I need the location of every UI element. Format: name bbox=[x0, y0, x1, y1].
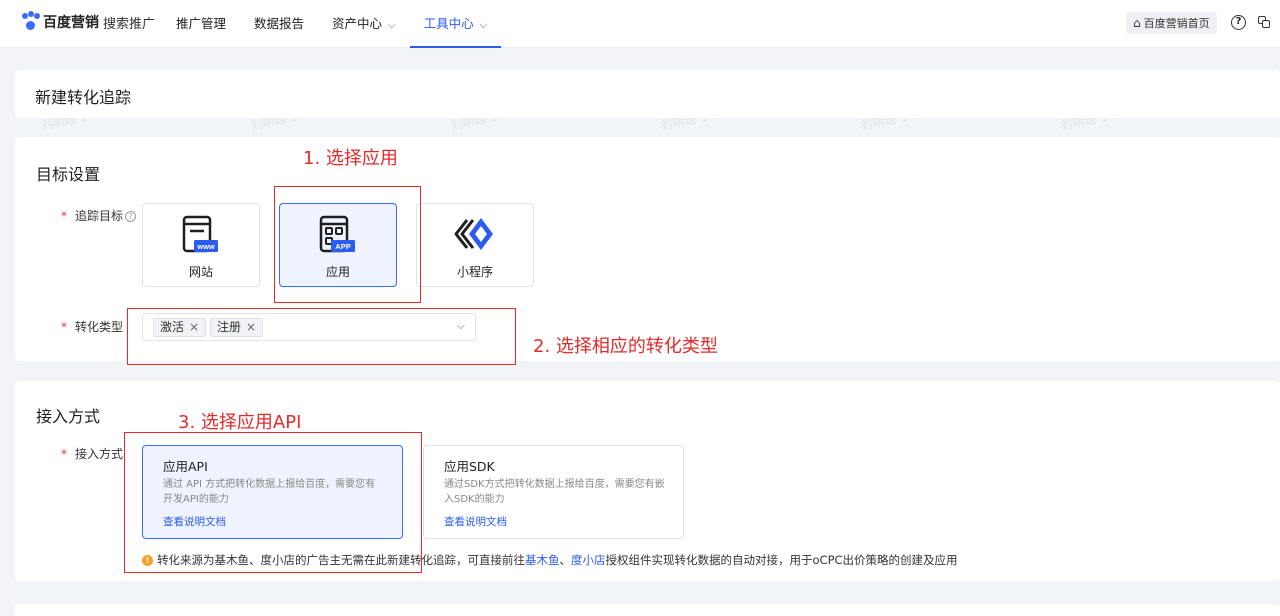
track-target-label: * 追踪目标? bbox=[61, 207, 137, 224]
annotation-box-conversion bbox=[127, 308, 516, 365]
question-icon[interactable]: ? bbox=[125, 211, 137, 222]
website-icon: www bbox=[182, 215, 218, 253]
nav-item-tools[interactable]: 工具中心 ⌵ bbox=[409, 0, 502, 48]
section-title-access: 接入方式 bbox=[36, 407, 101, 426]
chevron-down-icon: ⌵ bbox=[479, 20, 488, 31]
method-doc-link-sdk[interactable]: 查看说明文档 bbox=[444, 514, 507, 529]
brand[interactable]: 百度营销 搜索推广 bbox=[22, 11, 156, 32]
target-option-website[interactable]: www 网站 bbox=[142, 203, 260, 287]
annotation-step-2: 2. 选择相应的转化类型 bbox=[533, 336, 718, 357]
link-duxiaodian[interactable]: 度小店 bbox=[571, 552, 606, 568]
top-navbar: 百度营销 搜索推广 推广管理 数据报告 资产中心 ⌵ 工具中心 ⌵ ⌂ 百度营销首页… bbox=[0, 0, 1280, 48]
copy-icon[interactable] bbox=[1258, 16, 1270, 28]
access-method-label: * 接入方式 bbox=[61, 447, 124, 461]
nav-item-campaign[interactable]: 推广管理 bbox=[162, 0, 240, 48]
target-option-mini-program[interactable]: 小程序 bbox=[416, 203, 534, 287]
link-jimuyu[interactable]: 基木鱼 bbox=[525, 552, 560, 568]
brand-subtitle: 搜索推广 bbox=[103, 16, 156, 32]
help-icon[interactable]: ? bbox=[1231, 15, 1246, 30]
brand-name: 百度营销 bbox=[43, 15, 99, 31]
annotation-box-api bbox=[124, 432, 422, 573]
chevron-down-icon: ⌵ bbox=[388, 20, 396, 31]
mini-program-icon bbox=[454, 218, 493, 250]
page-title: 新建转化追踪 bbox=[35, 88, 132, 107]
annotation-box-app bbox=[274, 186, 421, 303]
method-desc-sdk: 通过SDK方式把转化数据上报给百度，需要您有嵌入SDK的能力 bbox=[444, 479, 665, 505]
method-title-sdk: 应用SDK bbox=[444, 459, 495, 474]
home-icon: ⌂ bbox=[1133, 16, 1141, 30]
nav-item-reports[interactable]: 数据报告 bbox=[240, 0, 318, 48]
section-title-target: 目标设置 bbox=[36, 165, 101, 184]
conversion-type-label: * 转化类型 bbox=[61, 320, 124, 334]
svg-text:www: www bbox=[196, 242, 215, 251]
annotation-step-1: 1. 选择应用 bbox=[303, 148, 398, 169]
home-button[interactable]: ⌂ 百度营销首页 bbox=[1126, 12, 1217, 34]
method-option-sdk[interactable]: 应用SDK 通过SDK方式把转化数据上报给百度，需要您有嵌入SDK的能力 查看说… bbox=[423, 445, 684, 539]
baidu-paw-logo-icon bbox=[22, 11, 40, 31]
main-nav: 推广管理 数据报告 资产中心 ⌵ 工具中心 ⌵ bbox=[162, 0, 501, 48]
nav-item-assets[interactable]: 资产中心 ⌵ bbox=[318, 0, 410, 48]
annotation-step-3: 3. 选择应用API bbox=[178, 412, 302, 433]
next-card bbox=[15, 604, 1280, 616]
page-header-card: 新建转化追踪 bbox=[15, 70, 1280, 118]
target-label-mini-program: 小程序 bbox=[456, 265, 493, 279]
target-label-website: 网站 bbox=[188, 265, 213, 279]
